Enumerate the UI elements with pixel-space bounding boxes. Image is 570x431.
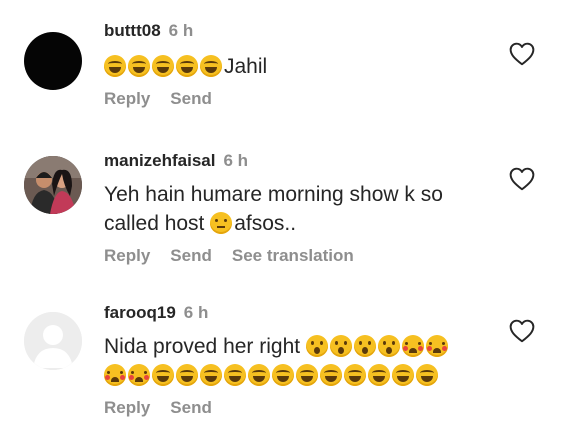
comment-text-body: Jahil bbox=[224, 55, 268, 78]
comment-text: Jahil bbox=[104, 52, 484, 81]
flushed-face-emoji-icon bbox=[210, 212, 233, 234]
tears-of-joy-emoji-icon bbox=[368, 364, 390, 386]
astonished-emoji-icon bbox=[377, 335, 400, 357]
tears-of-joy-emoji-icon bbox=[416, 364, 438, 386]
tears-of-joy-emoji-icon bbox=[152, 364, 174, 386]
tears-of-joy-emoji-icon bbox=[296, 364, 318, 386]
reply-button[interactable]: Reply bbox=[104, 398, 150, 417]
heart-outline-icon[interactable] bbox=[509, 319, 535, 343]
astonished-emoji-icon bbox=[305, 335, 328, 357]
tears-of-joy-emoji-icon bbox=[176, 55, 198, 77]
comment-time: 6 h bbox=[223, 151, 249, 170]
send-button[interactable]: Send bbox=[170, 246, 212, 265]
tears-of-joy-emoji-icon bbox=[152, 55, 174, 77]
avatar[interactable] bbox=[24, 156, 82, 214]
crying-face-emoji-icon bbox=[104, 364, 126, 386]
tears-of-joy-emoji-icon bbox=[128, 55, 150, 77]
crying-face-emoji-icon bbox=[128, 364, 150, 386]
heart-outline-icon[interactable] bbox=[509, 167, 535, 191]
astonished-emoji-icon bbox=[329, 335, 352, 357]
tears-of-joy-emoji-icon bbox=[248, 364, 270, 386]
comment-username[interactable]: manizehfaisal bbox=[104, 151, 216, 170]
comment-time: 6 h bbox=[168, 21, 194, 40]
tears-of-joy-emoji-icon bbox=[104, 55, 126, 77]
tears-of-joy-emoji-icon bbox=[392, 364, 414, 386]
comment-text: Nida proved her right bbox=[104, 332, 484, 390]
comment-time: 6 h bbox=[183, 303, 209, 322]
comment-text-line: afsos.. bbox=[234, 212, 297, 235]
comment-text: Yeh hain humare morning show k so called… bbox=[104, 180, 484, 238]
tears-of-joy-emoji-icon bbox=[272, 364, 294, 386]
reply-button[interactable]: Reply bbox=[104, 89, 150, 108]
tears-of-joy-emoji-icon bbox=[200, 55, 222, 77]
tears-of-joy-emoji-icon bbox=[344, 364, 366, 386]
send-button[interactable]: Send bbox=[170, 89, 212, 108]
see-translation-button[interactable]: See translation bbox=[232, 246, 354, 265]
comment-text-line: called host bbox=[104, 212, 211, 235]
tears-of-joy-emoji-icon bbox=[320, 364, 342, 386]
comment-text-body: Nida proved her right bbox=[104, 335, 306, 358]
comment-username[interactable]: buttt08 bbox=[104, 21, 161, 40]
default-avatar-icon bbox=[24, 312, 82, 370]
comment-username[interactable]: farooq19 bbox=[104, 303, 176, 322]
crying-face-emoji-icon bbox=[425, 335, 448, 357]
avatar[interactable] bbox=[24, 32, 82, 90]
crying-face-emoji-icon bbox=[401, 335, 424, 357]
comment-text-line: Yeh hain humare morning show k so bbox=[104, 183, 443, 206]
couple-photo-icon bbox=[24, 156, 82, 214]
tears-of-joy-emoji-icon bbox=[224, 364, 246, 386]
send-button[interactable]: Send bbox=[170, 398, 212, 417]
astonished-emoji-icon bbox=[353, 335, 376, 357]
reply-button[interactable]: Reply bbox=[104, 246, 150, 265]
avatar[interactable] bbox=[24, 312, 82, 370]
heart-outline-icon[interactable] bbox=[509, 42, 535, 66]
tears-of-joy-emoji-icon bbox=[200, 364, 222, 386]
tears-of-joy-emoji-icon bbox=[176, 364, 198, 386]
